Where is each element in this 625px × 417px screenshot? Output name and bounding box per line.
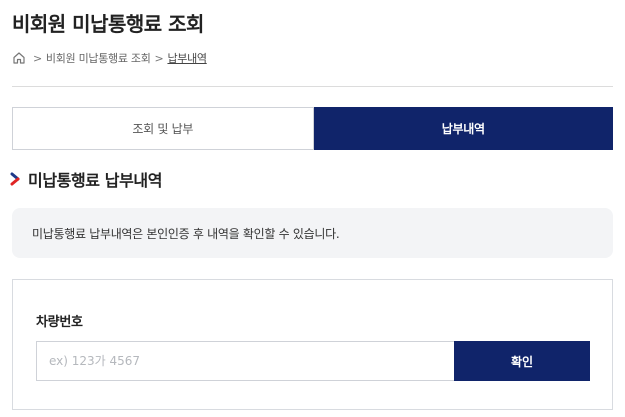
- tab-payment-history[interactable]: 납부내역: [313, 107, 613, 150]
- info-box: 미납통행료 납부내역은 본인인증 후 내역을 확인할 수 있습니다.: [12, 208, 613, 258]
- confirm-button[interactable]: 확인: [454, 341, 590, 381]
- vehicle-number-form: 차량번호 확인: [12, 279, 613, 410]
- home-icon[interactable]: [12, 51, 26, 65]
- breadcrumb-separator: >: [33, 51, 42, 65]
- breadcrumb-item-unpaid-toll[interactable]: 비회원 미납통행료 조회: [46, 50, 151, 66]
- section-title: 미납통행료 납부내역: [10, 167, 162, 191]
- tab-inquiry-payment[interactable]: 조회 및 납부: [12, 107, 314, 150]
- tab-bar: 조회 및 납부 납부내역: [12, 107, 613, 150]
- breadcrumb-separator: >: [154, 51, 164, 65]
- section-title-text: 미납통행료 납부내역: [28, 171, 163, 190]
- info-text: 미납통행료 납부내역은 본인인증 후 내역을 확인할 수 있습니다.: [32, 226, 340, 241]
- chevron-right-icon: [10, 172, 20, 186]
- vehicle-number-label: 차량번호: [36, 315, 83, 330]
- vehicle-number-input[interactable]: [36, 341, 454, 381]
- breadcrumb: > 비회원 미납통행료 조회 > 납부내역: [12, 50, 207, 66]
- page: 비회원 미납통행료 조회 > 비회원 미납통행료 조회 > 납부내역 조회 및 …: [0, 0, 625, 417]
- page-title: 비회원 미납통행료 조회: [12, 12, 204, 36]
- breadcrumb-item-payment-history[interactable]: 납부내역: [167, 50, 207, 66]
- divider: [12, 86, 613, 87]
